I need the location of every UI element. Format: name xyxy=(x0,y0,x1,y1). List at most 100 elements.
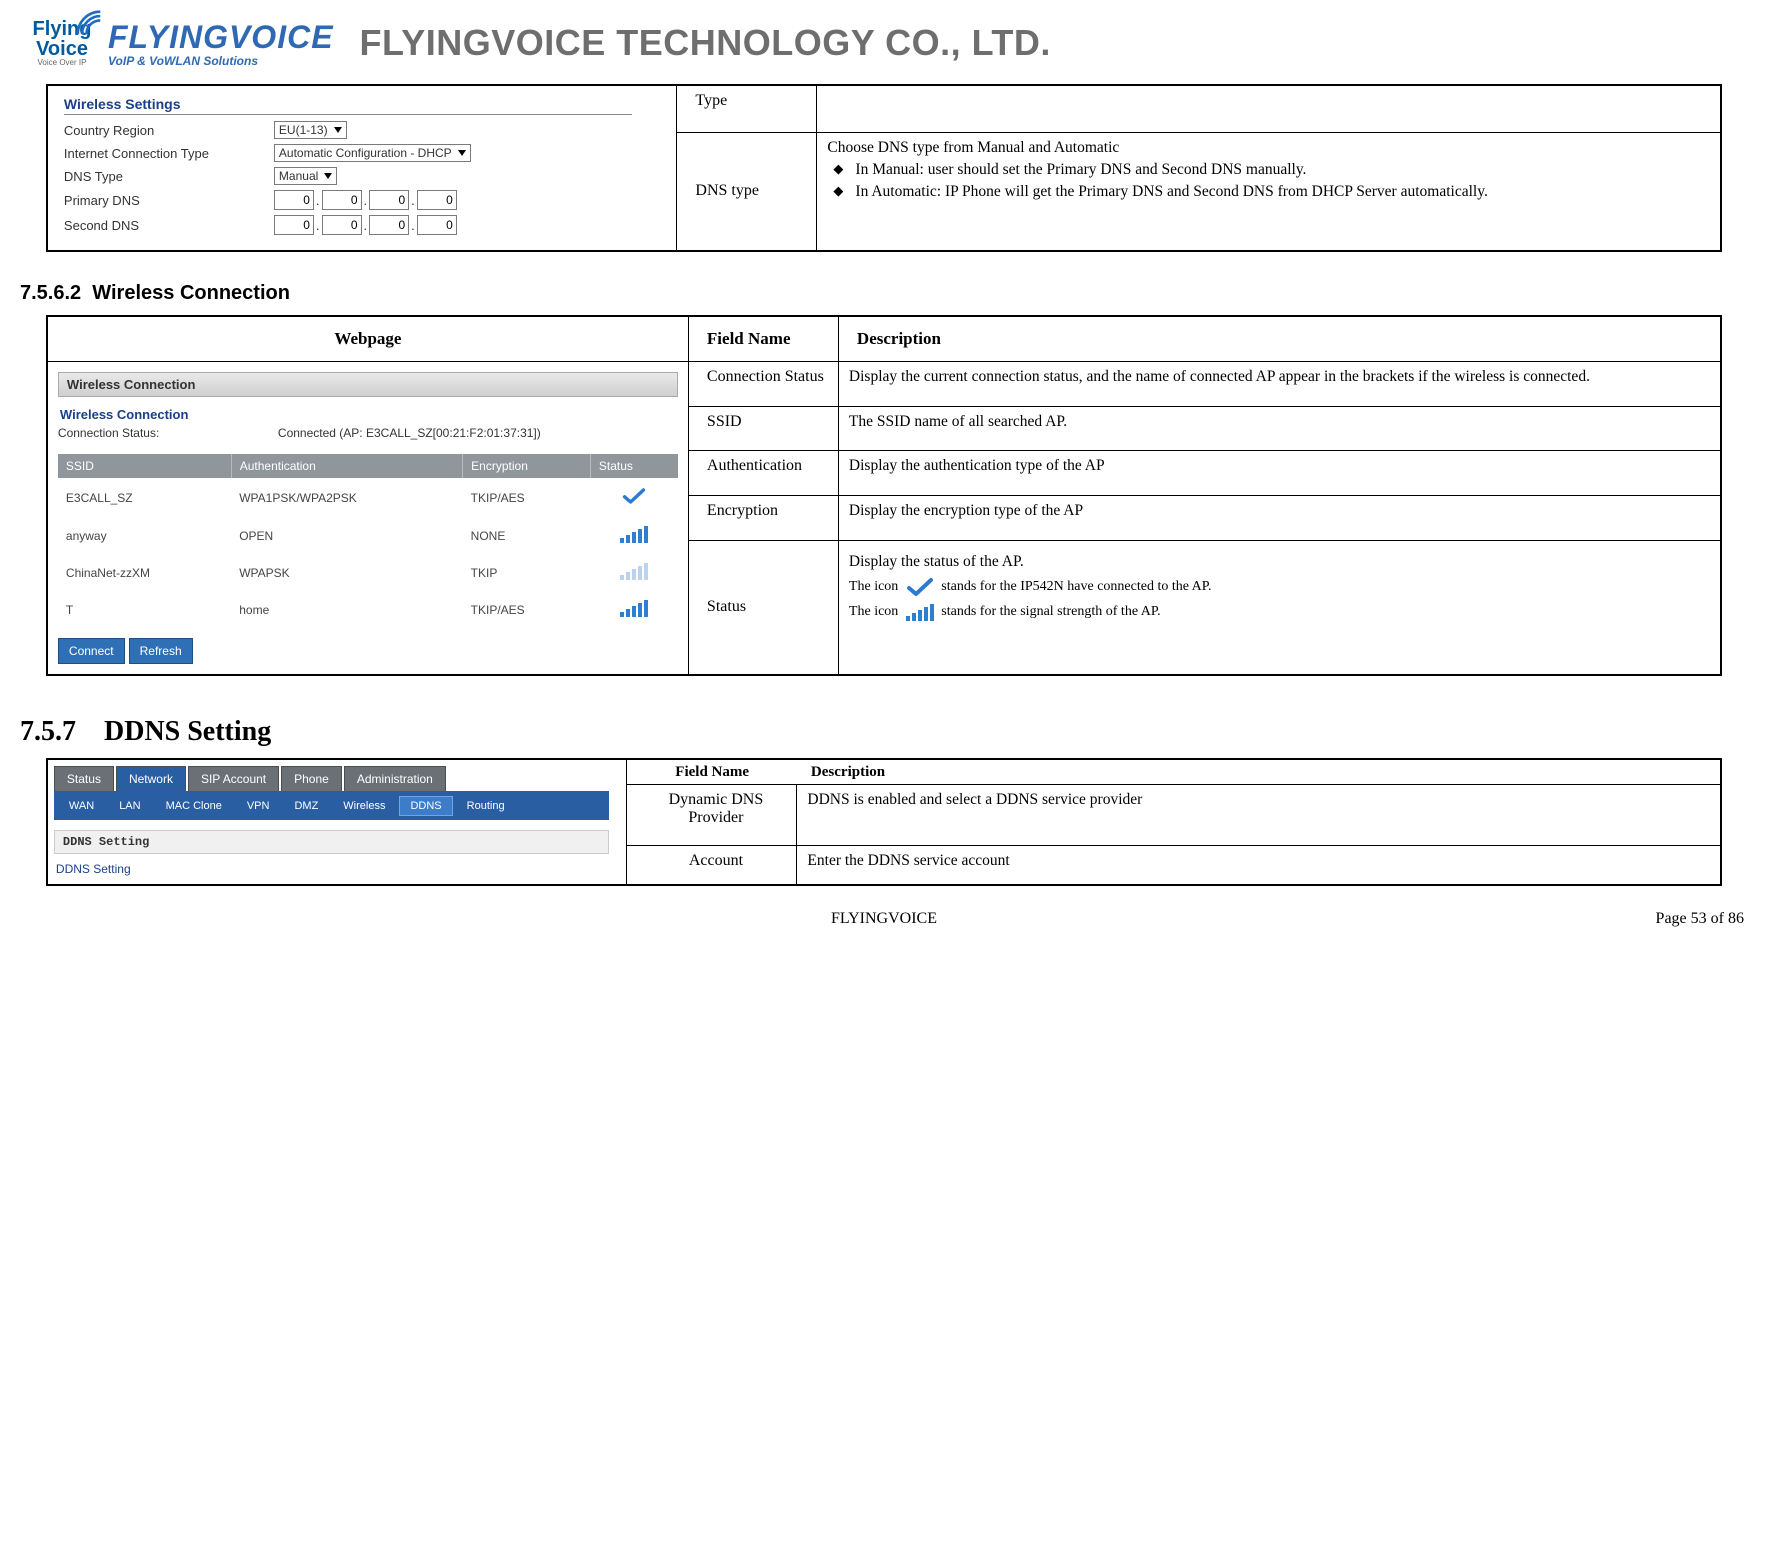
country-region-select[interactable]: EU(1-13) xyxy=(274,121,347,139)
ip-octet[interactable] xyxy=(417,215,457,235)
ip-octet[interactable] xyxy=(417,190,457,210)
signal-icon xyxy=(906,603,934,621)
footer-page-number: Page 53 of 86 xyxy=(1171,910,1744,928)
primary-dns-input[interactable]: . . . xyxy=(274,190,457,210)
ip-octet[interactable] xyxy=(369,190,409,210)
wc-cell-status xyxy=(590,591,678,628)
refresh-button[interactable]: Refresh xyxy=(129,638,193,664)
wc-row[interactable]: anywayOPENNONE xyxy=(58,517,678,554)
desc-ddns-account: Enter the DDNS service account xyxy=(797,846,1721,885)
col-description: Description xyxy=(838,316,1721,362)
signal-icon xyxy=(620,525,648,543)
wordmark-main: FLYINGVOICE xyxy=(108,19,334,56)
wc-status-value: Connected (AP: E3CALL_SZ[00:21:F2:01:37:… xyxy=(278,426,541,440)
section-heading-757: 7.5.7 DDNS Setting xyxy=(20,716,1748,748)
ict-value: Automatic Configuration - DHCP xyxy=(279,146,452,160)
ddns-sub-tabs: WANLANMAC CloneVPNDMZWirelessDDNSRouting xyxy=(54,792,609,820)
wireless-settings-screenshot: Wireless Settings Country Region EU(1-13… xyxy=(58,92,638,244)
ddns-main-tabs: StatusNetworkSIP AccountPhoneAdministrat… xyxy=(54,766,609,792)
ddns-sub-tab[interactable]: VPN xyxy=(236,796,281,816)
country-region-value: EU(1-13) xyxy=(279,123,328,137)
desc-conn-status: Display the current connection status, a… xyxy=(838,362,1721,407)
ddns-main-tab[interactable]: Network xyxy=(116,766,186,791)
company-name: FLYINGVOICE TECHNOLOGY CO., LTD. xyxy=(360,22,1051,64)
desc-ddns-provider: DDNS is enabled and select a DDNS servic… xyxy=(797,785,1721,846)
field-auth: Authentication xyxy=(688,451,838,496)
ddns-main-tab[interactable]: Phone xyxy=(281,766,342,791)
ip-octet[interactable] xyxy=(274,215,314,235)
desc-status-p3b: stands for the signal strength of the AP… xyxy=(941,604,1160,619)
ict-label: Internet Connection Type xyxy=(64,146,274,161)
ddns-screenshot: StatusNetworkSIP AccountPhoneAdministrat… xyxy=(54,766,609,876)
desc-type xyxy=(817,85,1721,132)
ddns-sub-tab[interactable]: Routing xyxy=(456,796,516,816)
wc-cell-status xyxy=(590,554,678,591)
wc-cell-ssid: E3CALL_SZ xyxy=(58,478,231,517)
connect-button[interactable]: Connect xyxy=(58,638,125,664)
wc-col-status: Status xyxy=(590,454,678,478)
wifi-arc-icon xyxy=(76,10,102,36)
check-icon xyxy=(622,486,646,506)
table-wireless-settings: Wireless Settings Country Region EU(1-13… xyxy=(46,84,1722,252)
ip-octet[interactable] xyxy=(322,190,362,210)
wc-cell-ssid: ChinaNet-zzXM xyxy=(58,554,231,591)
wc-cell-auth: home xyxy=(231,591,462,628)
ddns-main-tab[interactable]: Administration xyxy=(344,766,446,791)
footer-center: FLYINGVOICE xyxy=(597,910,1170,928)
field-dns-type: DNS type xyxy=(677,132,817,251)
desc-status-p3a: The icon xyxy=(849,604,898,619)
logo-line2: Voice xyxy=(36,39,88,59)
wc-cell-enc: NONE xyxy=(463,517,591,554)
wc-row[interactable]: ThomeTKIP/AES xyxy=(58,591,678,628)
section-heading-7562: 7.5.6.2 Wireless Connection xyxy=(20,282,1748,305)
dns-type-select[interactable]: Manual xyxy=(274,167,337,185)
wc-cell-auth: WPAPSK xyxy=(231,554,462,591)
section-num: 7.5.7 xyxy=(20,716,76,747)
ddns-sub-tab[interactable]: Wireless xyxy=(332,796,396,816)
wc-tabbar: Wireless Connection xyxy=(58,372,678,397)
col-description: Description xyxy=(797,759,1721,785)
field-type: Type xyxy=(677,85,817,132)
wc-col-enc: Encryption xyxy=(463,454,591,478)
chevron-down-icon xyxy=(324,173,332,179)
wc-cell-ssid: anyway xyxy=(58,517,231,554)
wc-col-auth: Authentication xyxy=(231,454,462,478)
ip-octet[interactable] xyxy=(322,215,362,235)
col-field-name: Field Name xyxy=(627,759,797,785)
ddns-sub-tab[interactable]: WAN xyxy=(58,796,105,816)
wordmark: FLYINGVOICE VoIP & VoWLAN Solutions xyxy=(108,19,334,68)
field-conn-status: Connection Status xyxy=(688,362,838,407)
signal-icon xyxy=(620,599,648,617)
wc-cell-auth: WPA1PSK/WPA2PSK xyxy=(231,478,462,517)
desc-auth: Display the authentication type of the A… xyxy=(838,451,1721,496)
wc-row[interactable]: E3CALL_SZWPA1PSK/WPA2PSKTKIP/AES xyxy=(58,478,678,517)
field-enc: Encryption xyxy=(688,496,838,541)
ddns-main-tab[interactable]: SIP Account xyxy=(188,766,279,791)
ict-select[interactable]: Automatic Configuration - DHCP xyxy=(274,144,471,162)
wc-cell-enc: TKIP/AES xyxy=(463,478,591,517)
wc-cell-enc: TKIP xyxy=(463,554,591,591)
ip-octet[interactable] xyxy=(274,190,314,210)
second-dns-input[interactable]: . . . xyxy=(274,215,457,235)
wc-cell-enc: TKIP/AES xyxy=(463,591,591,628)
desc-enc: Display the encryption type of the AP xyxy=(838,496,1721,541)
table-wireless-connection: Webpage Field Name Description Wireless … xyxy=(46,315,1722,676)
ws-heading: Wireless Settings xyxy=(64,96,632,115)
wc-row[interactable]: ChinaNet-zzXMWPAPSKTKIP xyxy=(58,554,678,591)
ip-octet[interactable] xyxy=(369,215,409,235)
signal-icon xyxy=(620,562,648,580)
field-ddns-account: Account xyxy=(627,846,797,885)
wc-cell-status xyxy=(590,478,678,517)
ddns-sub-tab[interactable]: DMZ xyxy=(283,796,329,816)
dns-type-value: Manual xyxy=(279,169,318,183)
ddns-sub-tab[interactable]: DDNS xyxy=(399,796,452,816)
page-header: Flying Voice Voice Over IP FLYINGVOICE V… xyxy=(20,0,1748,78)
ddns-main-tab[interactable]: Status xyxy=(54,766,114,791)
chevron-down-icon xyxy=(458,150,466,156)
ddns-sub-tab[interactable]: LAN xyxy=(108,796,151,816)
section-title: Wireless Connection xyxy=(92,282,290,304)
wc-cell-status xyxy=(590,517,678,554)
ddns-sub-tab[interactable]: MAC Clone xyxy=(155,796,233,816)
primary-dns-label: Primary DNS xyxy=(64,193,274,208)
col-field-name: Field Name xyxy=(688,316,838,362)
